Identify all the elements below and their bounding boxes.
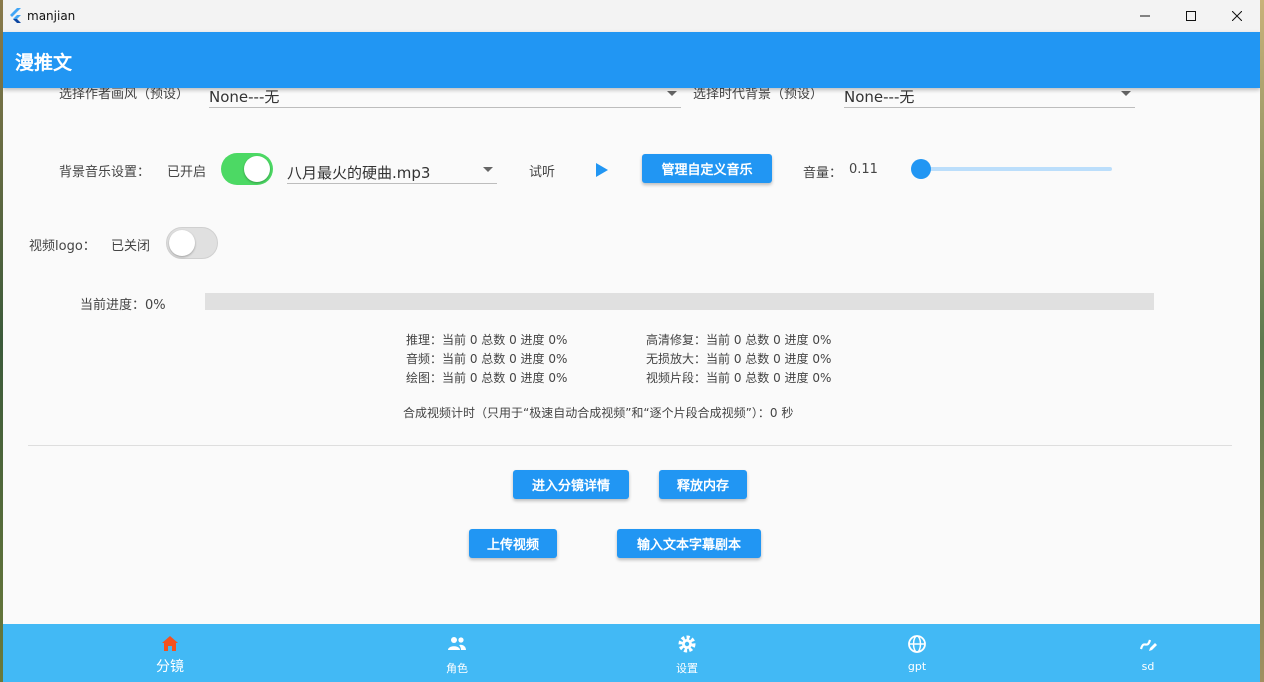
toggle-knob bbox=[244, 156, 270, 182]
people-icon bbox=[448, 637, 466, 650]
audio-stat: 音频：当前 0 总数 0 进度 0% bbox=[406, 352, 568, 366]
chevron-down-icon bbox=[483, 167, 493, 172]
video-clips-stat: 视频片段：当前 0 总数 0 进度 0% bbox=[646, 371, 832, 385]
artist-style-dropdown[interactable]: None---无 bbox=[209, 88, 681, 108]
music-status-text: 已开启 bbox=[167, 165, 207, 180]
preview-label: 试听 bbox=[529, 165, 556, 180]
bottom-navigation: 分镜 角色 设置 gpt sd bbox=[3, 624, 1260, 682]
progress-label: 当前进度：0% bbox=[80, 298, 166, 313]
video-logo-label: 视频logo： bbox=[29, 239, 96, 254]
nav-item-settings[interactable]: 设置 bbox=[617, 624, 757, 682]
inference-stat: 推理：当前 0 总数 0 进度 0% bbox=[406, 333, 568, 347]
chevron-down-icon bbox=[667, 91, 677, 96]
page-title: 漫推文 bbox=[15, 52, 73, 74]
upload-video-button[interactable]: 上传视频 bbox=[469, 529, 557, 558]
volume-value: 0.11 bbox=[849, 162, 878, 177]
minimize-button[interactable] bbox=[1122, 0, 1168, 32]
divider bbox=[28, 445, 1232, 446]
music-track-value: 八月最火的硬曲.mp3 bbox=[287, 164, 431, 182]
close-button[interactable] bbox=[1214, 0, 1260, 32]
maximize-icon bbox=[1186, 11, 1196, 21]
minimize-icon bbox=[1140, 15, 1150, 17]
gear-icon bbox=[678, 635, 696, 653]
desktop-background-right bbox=[1260, 0, 1264, 682]
artist-style-value: None---无 bbox=[209, 88, 280, 106]
artist-style-label: 选择作者画风（预设） bbox=[59, 88, 190, 102]
main-content[interactable]: 选择作者画风（预设） None---无 选择时代背景（预设） None---无 … bbox=[3, 88, 1260, 624]
logo-status-text: 已关闭 bbox=[111, 239, 151, 254]
nav-label-settings: 设置 bbox=[676, 662, 698, 675]
play-icon[interactable] bbox=[596, 163, 608, 177]
progress-bar bbox=[205, 293, 1154, 310]
nav-item-storyboard[interactable]: 分镜 bbox=[100, 624, 240, 682]
app-window: manjian 漫推文 选择作者画风（预设） None---无 选择时代背景（预… bbox=[3, 0, 1260, 682]
drawing-stat: 绘图：当前 0 总数 0 进度 0% bbox=[406, 371, 568, 385]
hd-repair-stat: 高清修复：当前 0 总数 0 进度 0% bbox=[646, 333, 832, 347]
flutter-logo-icon bbox=[10, 8, 21, 23]
title-bar: manjian bbox=[3, 0, 1260, 32]
nav-item-characters[interactable]: 角色 bbox=[387, 624, 527, 682]
era-background-dropdown[interactable]: None---无 bbox=[844, 88, 1135, 108]
manage-custom-music-button[interactable]: 管理自定义音乐 bbox=[642, 154, 772, 183]
home-icon bbox=[162, 636, 178, 651]
music-settings-label: 背景音乐设置： bbox=[59, 165, 151, 180]
globe-icon bbox=[908, 635, 926, 653]
compose-timer-text: 合成视频计时（只用于“极速自动合成视频”和“逐个片段合成视频”）：0 秒 bbox=[403, 406, 794, 420]
maximize-button[interactable] bbox=[1168, 0, 1214, 32]
volume-slider-track[interactable] bbox=[920, 167, 1112, 171]
app-bar: 漫推文 bbox=[3, 32, 1260, 88]
logo-toggle[interactable] bbox=[166, 227, 218, 259]
nav-label-sd: sd bbox=[1141, 660, 1155, 673]
toggle-knob bbox=[169, 230, 195, 256]
chevron-down-icon bbox=[1121, 91, 1131, 96]
volume-slider-thumb[interactable] bbox=[911, 159, 931, 179]
volume-label: 音量： bbox=[803, 166, 843, 181]
release-memory-button[interactable]: 释放内存 bbox=[659, 470, 747, 499]
music-track-dropdown[interactable]: 八月最火的硬曲.mp3 bbox=[287, 158, 497, 184]
nav-item-gpt[interactable]: gpt bbox=[847, 624, 987, 682]
nav-label-characters: 角色 bbox=[446, 662, 468, 675]
era-background-label: 选择时代背景（预设） bbox=[693, 88, 824, 102]
nav-label-storyboard: 分镜 bbox=[156, 659, 184, 675]
nav-item-sd[interactable]: sd bbox=[1078, 624, 1218, 682]
nav-label-gpt: gpt bbox=[907, 660, 927, 673]
music-toggle[interactable] bbox=[221, 153, 273, 185]
era-background-value: None---无 bbox=[844, 88, 915, 106]
enter-storyboard-details-button[interactable]: 进入分镜详情 bbox=[513, 470, 629, 499]
close-icon bbox=[1232, 11, 1242, 21]
lossless-upscale-stat: 无损放大：当前 0 总数 0 进度 0% bbox=[646, 352, 832, 366]
window-title: manjian bbox=[27, 9, 76, 23]
input-script-button[interactable]: 输入文本字幕剧本 bbox=[617, 529, 761, 558]
draw-icon bbox=[1139, 639, 1157, 651]
